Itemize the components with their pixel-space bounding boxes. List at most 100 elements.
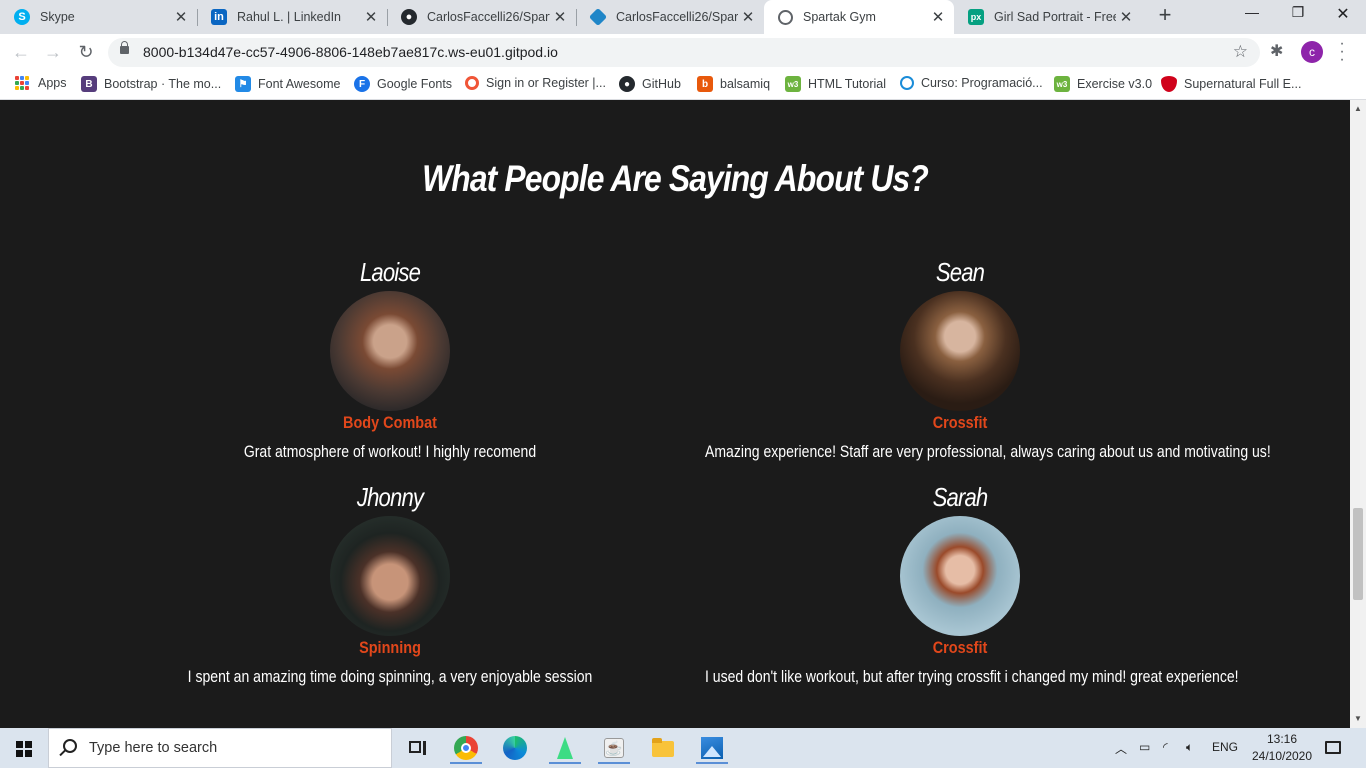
curso-icon bbox=[900, 76, 914, 90]
taskbar-search[interactable]: Type here to search bbox=[48, 728, 392, 768]
tab-skype[interactable]: S Skype ✕ bbox=[0, 0, 197, 34]
balsamiq-icon: b bbox=[697, 76, 713, 92]
w3schools-icon: w3 bbox=[1054, 76, 1070, 92]
review-text: I used don't like workout, but after try… bbox=[705, 668, 1239, 686]
font-awesome-icon: ⚑ bbox=[235, 76, 251, 92]
close-tab-icon[interactable]: ✕ bbox=[171, 8, 191, 26]
close-tab-icon[interactable]: ✕ bbox=[1116, 8, 1136, 26]
back-arrow-icon[interactable]: ← bbox=[10, 41, 32, 63]
w3schools-icon: w3 bbox=[785, 76, 801, 92]
minimize-button[interactable]: — bbox=[1229, 4, 1275, 26]
close-tab-icon[interactable]: ✕ bbox=[928, 8, 948, 26]
google-fonts-icon: F bbox=[354, 76, 370, 92]
task-view-icon[interactable] bbox=[402, 732, 434, 764]
reviewer-name: Laoise bbox=[359, 257, 421, 287]
class-name: Spinning bbox=[359, 638, 421, 657]
chrome-taskbar-icon[interactable] bbox=[450, 732, 482, 764]
class-name: Crossfit bbox=[932, 413, 988, 432]
bookmark-html-tutorial[interactable]: w3 HTML Tutorial bbox=[785, 76, 886, 92]
close-tab-icon[interactable]: ✕ bbox=[738, 8, 758, 26]
restore-button[interactable]: ❐ bbox=[1275, 4, 1321, 26]
bookmark-star-icon[interactable]: ☆ bbox=[1233, 42, 1248, 62]
windows-start-icon[interactable] bbox=[16, 741, 32, 757]
bookmark-curso[interactable]: Curso: Programació... bbox=[900, 76, 1043, 90]
tab-strip: S Skype ✕ in Rahul L. | LinkedIn ✕ ● Car… bbox=[0, 0, 1366, 34]
bookmark-label: Supernatural Full E... bbox=[1184, 77, 1302, 91]
edge-taskbar-icon[interactable] bbox=[499, 732, 531, 764]
bookmark-exercise[interactable]: w3 Exercise v3.0 bbox=[1054, 76, 1152, 92]
android-studio-icon[interactable] bbox=[549, 732, 581, 764]
reviewer-name: Sean bbox=[935, 257, 985, 287]
bookmark-sign-in[interactable]: Sign in or Register |... bbox=[465, 76, 606, 90]
class-name: Crossfit bbox=[932, 638, 988, 657]
search-placeholder: Type here to search bbox=[89, 740, 218, 756]
bookmark-supernatural[interactable]: Supernatural Full E... bbox=[1161, 76, 1301, 92]
globe-icon bbox=[778, 9, 793, 25]
linkedin-icon: in bbox=[211, 9, 227, 25]
tab-label: Girl Sad Portrait - Free p bbox=[994, 10, 1116, 24]
scroll-down-icon[interactable]: ▼ bbox=[1354, 714, 1362, 723]
bookmark-label: balsamiq bbox=[720, 77, 771, 91]
extensions-puzzle-icon[interactable]: ✱ bbox=[1270, 41, 1283, 61]
bookmark-bootstrap[interactable]: B Bootstrap · The mo... bbox=[81, 76, 221, 92]
close-window-button[interactable]: ✕ bbox=[1320, 4, 1366, 26]
search-icon bbox=[63, 739, 77, 753]
reviewer-name: Jhonny bbox=[356, 482, 424, 512]
apps-grid-icon bbox=[15, 76, 29, 90]
reviewer-name: Sarah bbox=[932, 482, 989, 512]
tab-linkedin[interactable]: in Rahul L. | LinkedIn ✕ bbox=[197, 0, 387, 34]
bookmark-google-fonts[interactable]: F Google Fonts bbox=[354, 76, 452, 92]
lock-icon bbox=[120, 41, 129, 54]
gitpod-icon bbox=[588, 7, 608, 27]
bookmarks-bar: Apps B Bootstrap · The mo... ⚑ Font Awes… bbox=[0, 70, 1366, 100]
github-icon: ● bbox=[401, 9, 417, 25]
reload-icon[interactable]: ↻ bbox=[75, 41, 97, 63]
bookmark-font-awesome[interactable]: ⚑ Font Awesome bbox=[235, 76, 340, 92]
notifications-icon[interactable] bbox=[1325, 741, 1341, 754]
tab-label: CarlosFaccelli26/Spartak bbox=[427, 10, 550, 24]
scroll-up-icon[interactable]: ▲ bbox=[1354, 104, 1362, 113]
scrollbar-thumb[interactable] bbox=[1353, 508, 1363, 600]
profile-avatar[interactable]: c bbox=[1301, 41, 1323, 63]
tab-github-repo[interactable]: ● CarlosFaccelli26/Spartak ✕ bbox=[387, 0, 576, 34]
testimonial-card: Sarah Crossfit I used don't like workout… bbox=[660, 479, 1260, 688]
new-tab-button[interactable]: + bbox=[1154, 4, 1176, 27]
volume-icon[interactable]: 🔈︎ bbox=[1186, 740, 1193, 755]
system-clock[interactable]: 13:16 24/10/2020 bbox=[1250, 731, 1314, 765]
tab-label: Spartak Gym bbox=[803, 10, 876, 24]
tab-spartak-gym[interactable]: Spartak Gym ✕ bbox=[764, 0, 954, 34]
close-tab-icon[interactable]: ✕ bbox=[361, 8, 381, 26]
show-hidden-icons-icon[interactable]: ︿ bbox=[1115, 740, 1127, 757]
language-indicator[interactable]: ENG bbox=[1212, 740, 1238, 754]
bookmark-label: Apps bbox=[38, 76, 67, 90]
testimonial-card: Jhonny Spinning I spent an amazing time … bbox=[90, 479, 690, 688]
page-scrollbar[interactable]: ▲ ▼ bbox=[1350, 100, 1366, 728]
bookmark-label: Exercise v3.0 bbox=[1077, 77, 1153, 91]
tab-pexels[interactable]: px Girl Sad Portrait - Free p ✕ bbox=[954, 0, 1142, 34]
clock-time: 13:16 bbox=[1266, 732, 1298, 746]
bookmark-label: Bootstrap · The mo... bbox=[104, 77, 222, 91]
file-explorer-icon[interactable] bbox=[647, 732, 679, 764]
java-icon[interactable]: ☕ bbox=[598, 732, 630, 764]
wifi-icon[interactable]: ◜ bbox=[1163, 740, 1168, 754]
tab-gitpod[interactable]: CarlosFaccelli26/Spartak ✕ bbox=[576, 0, 764, 34]
close-tab-icon[interactable]: ✕ bbox=[550, 8, 570, 26]
taskbar: Type here to search ☕ ︿ ▭ ◜ 🔈︎ ENG 13:16… bbox=[0, 728, 1366, 768]
address-bar-row: ← → ↻ 8000-b134d47e-cc57-4906-8806-148eb… bbox=[0, 34, 1366, 70]
review-text: I spent an amazing time doing spinning, … bbox=[187, 668, 593, 686]
forward-arrow-icon[interactable]: → bbox=[42, 41, 64, 63]
pexels-icon: px bbox=[968, 9, 984, 25]
tab-label: Rahul L. | LinkedIn bbox=[237, 10, 342, 24]
reviewer-avatar bbox=[900, 516, 1020, 636]
eventbrite-icon bbox=[465, 76, 479, 90]
bookmark-label: Sign in or Register |... bbox=[486, 76, 606, 90]
battery-icon[interactable]: ▭ bbox=[1139, 740, 1150, 754]
bookmark-apps[interactable]: Apps bbox=[15, 76, 67, 90]
omnibox[interactable]: 8000-b134d47e-cc57-4906-8806-148eb7ae817… bbox=[108, 38, 1260, 67]
tab-label: Skype bbox=[40, 10, 75, 24]
kebab-menu-icon[interactable]: · · · bbox=[1336, 36, 1348, 68]
bookmark-balsamiq[interactable]: b balsamiq bbox=[697, 76, 770, 92]
photos-icon[interactable] bbox=[696, 732, 728, 764]
url-text[interactable]: 8000-b134d47e-cc57-4906-8806-148eb7ae817… bbox=[143, 44, 558, 60]
bookmark-github[interactable]: ● GitHub bbox=[619, 76, 681, 92]
